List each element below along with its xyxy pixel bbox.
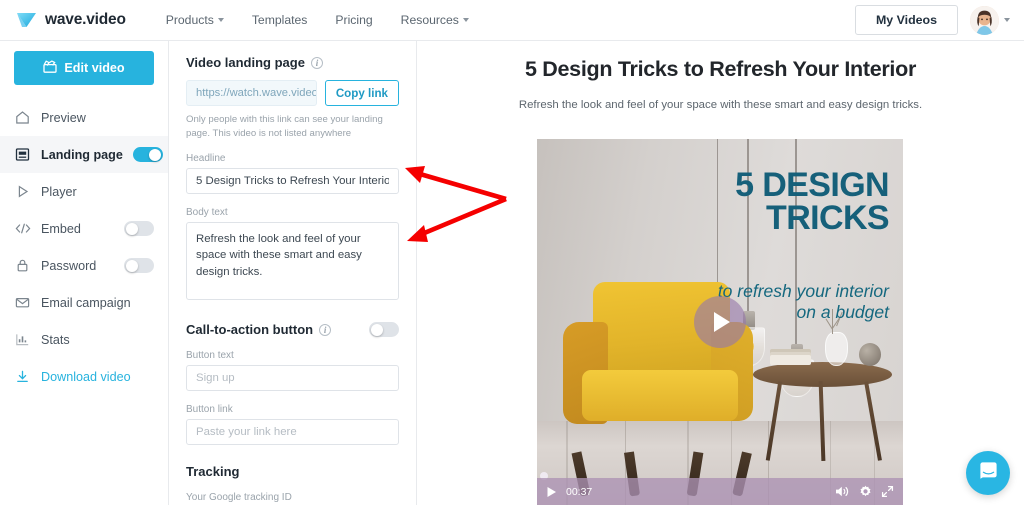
- glass-vase: [825, 331, 848, 367]
- nav-label: Templates: [251, 13, 308, 27]
- video-overlay-title: 5 DESIGN TRICKS: [618, 166, 890, 238]
- call-to-action-header: Call-to-action button i: [186, 322, 399, 338]
- home-icon: [14, 109, 31, 126]
- landing-page-url-field[interactable]: https://watch.wave.video/5-: [186, 80, 317, 106]
- preview-headline: 5 Design Tricks to Refresh Your Interior: [524, 57, 917, 81]
- cta-title-text: Call-to-action button: [186, 322, 314, 338]
- brand-name: wave.video: [45, 11, 126, 28]
- player-controls-bar: 00:37: [537, 478, 903, 505]
- sidebar-item-label: Email campaign: [41, 295, 131, 310]
- sidebar-item-label: Preview: [41, 110, 86, 125]
- chevron-down-icon: [462, 18, 469, 22]
- sidebar-item-stats[interactable]: Stats: [0, 321, 168, 358]
- button-link-label: Button link: [186, 404, 233, 416]
- avatar: [970, 5, 999, 35]
- download-icon: [14, 368, 31, 385]
- intercom-chat-button[interactable]: [966, 451, 1010, 495]
- nav-label: Products: [165, 13, 214, 27]
- sidebar-item-label: Download video: [41, 369, 131, 384]
- nav-item-products[interactable]: Products: [166, 13, 224, 27]
- play-icon[interactable]: [546, 486, 557, 498]
- video-sub-line-2: on a budget: [796, 301, 889, 322]
- brand-logo[interactable]: wave.video: [16, 10, 126, 30]
- video-player[interactable]: 5 DESIGN TRICKS to refresh your interior…: [537, 139, 903, 505]
- sidebar-item-download-video[interactable]: Download video: [0, 358, 168, 395]
- volume-icon[interactable]: [835, 485, 850, 498]
- video-title-line-1: 5 DESIGN: [735, 166, 890, 204]
- bar-chart-icon: [14, 331, 31, 348]
- account-menu[interactable]: [970, 5, 1010, 35]
- button-text-label: Button text: [186, 350, 234, 362]
- nav-label: Pricing: [335, 13, 373, 27]
- chat-bubble-icon: [978, 460, 999, 486]
- play-triangle-logo-icon: [16, 10, 38, 30]
- google-tracking-label: Your Google tracking ID: [186, 492, 292, 504]
- nav-item-pricing[interactable]: Pricing: [335, 13, 372, 27]
- section-title-text: Video landing page: [186, 55, 305, 70]
- lock-icon: [14, 257, 31, 274]
- nav-label: Resources: [400, 13, 459, 27]
- preview-body-text: Refresh the look and feel of your space …: [518, 99, 923, 111]
- left-sidebar: Edit video Preview Landing page Player E…: [0, 41, 169, 505]
- nav-right-group: My Videos: [854, 5, 1010, 35]
- landing-page-icon: [14, 146, 31, 163]
- cta-title-wrap: Call-to-action button i: [186, 322, 332, 338]
- chevron-down-icon: [217, 18, 224, 22]
- sidebar-item-email-campaign[interactable]: Email campaign: [0, 284, 168, 321]
- sidebar-item-player[interactable]: Player: [0, 173, 168, 210]
- landing-page-preview: 5 Design Tricks to Refresh Your Interior…: [417, 41, 1024, 505]
- clapperboard-icon: [43, 60, 58, 76]
- button-link-input[interactable]: [186, 419, 399, 446]
- sidebar-item-password[interactable]: Password: [0, 247, 168, 284]
- button-text-input[interactable]: [186, 365, 399, 392]
- play-button-overlay-icon[interactable]: [694, 296, 746, 348]
- expand-icon[interactable]: [881, 485, 894, 498]
- sidebar-item-label: Embed: [41, 221, 81, 236]
- sidebar-item-embed[interactable]: Embed: [0, 210, 168, 247]
- nav-item-resources[interactable]: Resources: [401, 13, 469, 27]
- edit-video-button[interactable]: Edit video: [14, 51, 154, 85]
- embed-toggle[interactable]: [124, 221, 154, 236]
- sidebar-item-label: Player: [41, 184, 77, 199]
- play-icon: [14, 183, 31, 200]
- sidebar-item-landing-page[interactable]: Landing page: [0, 136, 168, 173]
- decorative-ball: [858, 343, 881, 367]
- landing-page-toggle[interactable]: [132, 147, 163, 162]
- video-sub-line-1: to refresh your interior: [717, 281, 889, 301]
- my-videos-button[interactable]: My Videos: [854, 5, 958, 35]
- sidebar-item-preview[interactable]: Preview: [0, 99, 168, 136]
- sidebar-item-label: Stats: [41, 332, 70, 347]
- headline-input[interactable]: [186, 168, 399, 195]
- coffee-table: [752, 308, 893, 462]
- main-menu: Products Templates Pricing Resources: [166, 13, 469, 27]
- sidebar-item-label: Password: [41, 258, 97, 273]
- video-landing-page-heading: Video landing page i: [186, 55, 399, 70]
- info-icon[interactable]: i: [319, 323, 332, 336]
- headline-label: Headline: [186, 153, 226, 165]
- tracking-heading: Tracking: [186, 464, 240, 480]
- info-icon[interactable]: i: [310, 56, 323, 69]
- landing-page-url-row: https://watch.wave.video/5- Copy link: [186, 80, 399, 106]
- password-toggle[interactable]: [124, 258, 154, 273]
- landing-page-hint: Only people with this link can see your …: [186, 114, 383, 139]
- gear-icon[interactable]: [859, 485, 872, 498]
- sidebar-item-label: Landing page: [41, 147, 123, 162]
- copy-link-button[interactable]: Copy link: [324, 80, 399, 106]
- video-timestamp: 00:37: [566, 485, 593, 498]
- edit-video-label: Edit video: [64, 61, 125, 75]
- landing-page-settings-panel: Video landing page i https://watch.wave.…: [169, 41, 417, 505]
- stacked-books: [769, 354, 812, 366]
- envelope-icon: [14, 294, 31, 311]
- video-title-line-2: TRICKS: [766, 199, 890, 238]
- top-navigation-bar: wave.video Products Templates Pricing Re…: [0, 0, 1024, 41]
- code-icon: [14, 220, 31, 237]
- chevron-down-icon: [1004, 18, 1010, 22]
- app-root: wave.video Products Templates Pricing Re…: [0, 0, 1024, 505]
- body-text-label: Body text: [186, 207, 228, 219]
- video-overlay-subtitle: to refresh your interior on a budget: [618, 281, 889, 322]
- cta-toggle[interactable]: [369, 322, 399, 338]
- body-text-input[interactable]: [186, 222, 399, 301]
- nav-item-templates[interactable]: Templates: [252, 13, 308, 27]
